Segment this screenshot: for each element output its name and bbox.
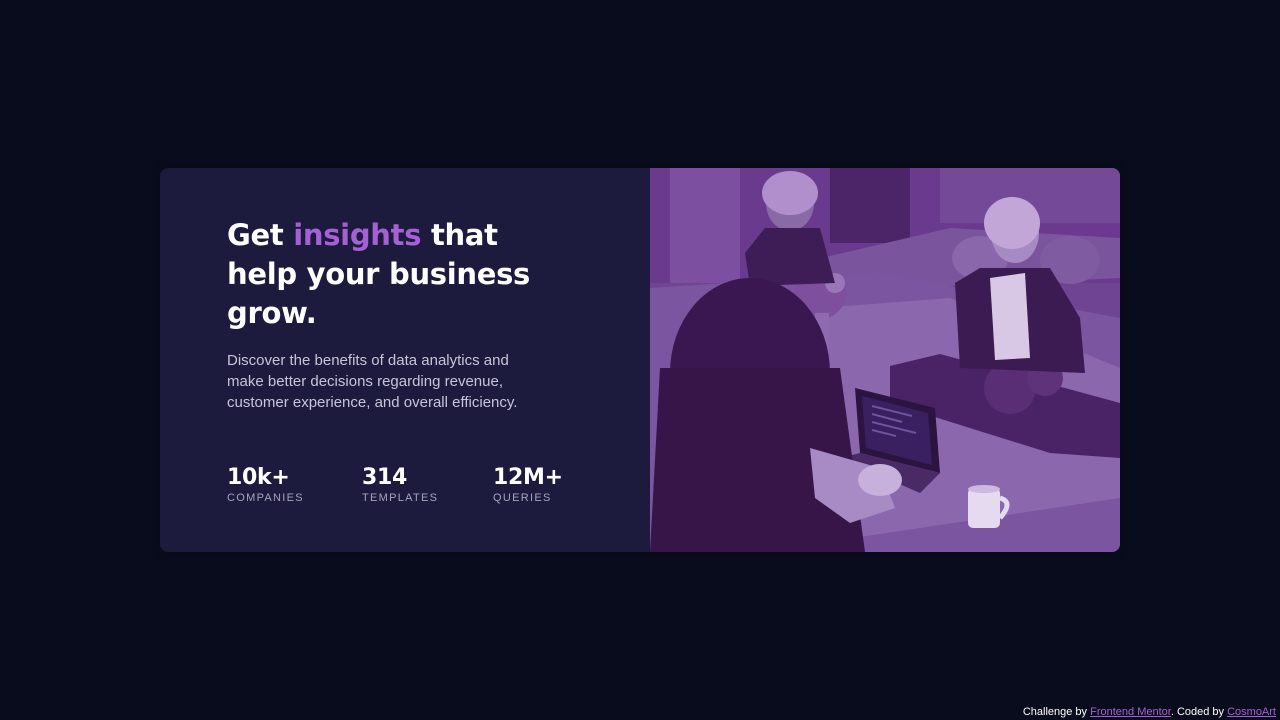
headline-start: Get [227, 218, 294, 252]
attribution-prefix: Challenge by [1022, 706, 1091, 718]
author-link[interactable]: CosmoArt [1227, 706, 1276, 718]
attribution-middle: . Coded by [1170, 706, 1228, 718]
stat-queries: 12M+ queries [493, 464, 563, 504]
stat-value: 10k+ [227, 465, 290, 490]
stat-label: templates [362, 492, 439, 504]
stat-companies: 10k+ companies [227, 464, 304, 504]
header-image [650, 168, 1120, 552]
stats-row: 10k+ companies 314 templates 12M+ querie… [227, 464, 587, 508]
description: Discover the benefits of data analytics … [227, 352, 518, 411]
stat-label: queries [493, 492, 552, 504]
headline-accent: insights [293, 218, 422, 252]
stat-value: 12M+ [493, 465, 563, 490]
frontend-mentor-link[interactable]: Frontend Mentor [1090, 706, 1171, 718]
headline: Get insights that help your business gro… [227, 216, 557, 333]
stat-label: companies [227, 492, 304, 504]
stat-templates: 314 templates [362, 464, 438, 504]
stats-preview-card: Get insights that help your business gro… [160, 168, 1120, 552]
card-text-panel: Get insights that help your business gro… [160, 168, 650, 552]
page: Get insights that help your business gro… [0, 0, 1280, 720]
attribution: Challenge by Frontend Mentor. Coded by C… [1023, 704, 1276, 720]
office-team-photo-icon [650, 168, 1120, 552]
stat-value: 314 [362, 465, 408, 490]
